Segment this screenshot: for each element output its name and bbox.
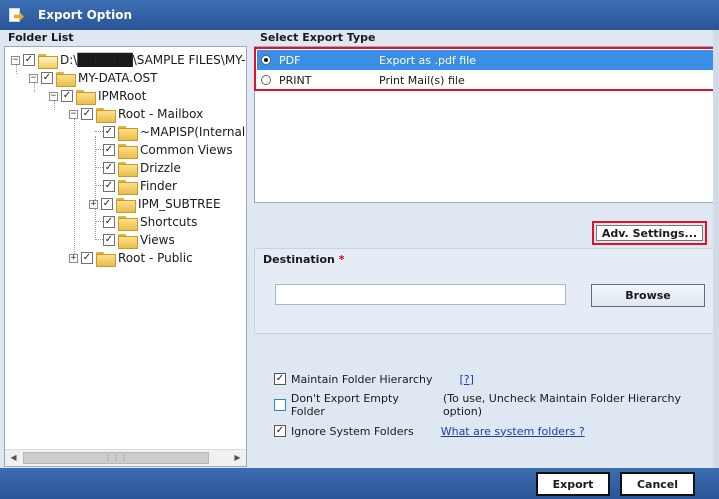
option-ignore-system[interactable]: ✓ Ignore System Folders What are system …: [274, 422, 585, 440]
scroll-right-icon[interactable]: ▶: [229, 450, 246, 466]
folder-icon: [118, 161, 138, 177]
folder-icon: [76, 89, 96, 105]
export-option-pdf[interactable]: PDF Export as .pdf file: [257, 50, 713, 70]
tree-item-label: Common Views: [140, 143, 233, 157]
export-option-desc: Print Mail(s) file: [379, 73, 465, 87]
tree-item-label: ~MAPISP(Internal): [140, 125, 247, 139]
destination-input[interactable]: [275, 284, 566, 305]
tree-item-label: Drizzle: [140, 161, 181, 175]
tree-item-drizzle[interactable]: ✓ Drizzle: [103, 159, 181, 177]
destination-label-text: Destination: [263, 253, 335, 266]
title-bar: Export Option: [0, 0, 719, 30]
adv-settings-button[interactable]: Adv. Settings...: [596, 225, 703, 241]
tree-checkbox[interactable]: ✓: [81, 252, 93, 264]
folder-tree[interactable]: − ✓ D:\██████\SAMPLE FILES\MY-DA − ✓ MY-…: [4, 46, 247, 467]
expand-icon[interactable]: +: [89, 199, 98, 209]
tree-item-label: Shortcuts: [140, 215, 198, 229]
tree-item-common-views[interactable]: ✓ Common Views: [103, 141, 233, 159]
required-mark: *: [338, 253, 345, 266]
tree-checkbox[interactable]: ✓: [103, 144, 115, 156]
ignore-system-checkbox[interactable]: ✓: [274, 425, 286, 437]
folder-icon: [116, 197, 136, 213]
ignore-system-label: Ignore System Folders: [291, 424, 414, 438]
tree-item-label: IPM_SUBTREE: [138, 197, 221, 211]
collapse-icon[interactable]: −: [49, 91, 58, 101]
folder-icon: [118, 233, 138, 249]
tree-item-label: Views: [140, 233, 175, 247]
folder-icon: [56, 71, 76, 87]
export-option-desc: Export as .pdf file: [379, 53, 477, 67]
folder-icon: [118, 143, 138, 159]
tree-item-ipmroot[interactable]: − ✓ IPMRoot: [49, 87, 146, 105]
collapse-icon[interactable]: −: [29, 73, 38, 83]
export-option-name: PRINT: [279, 73, 312, 87]
scrollbar-thumb[interactable]: ⋮⋮⋮: [23, 452, 209, 464]
tree-checkbox[interactable]: ✓: [103, 126, 115, 138]
dont-export-empty-checkbox[interactable]: [274, 399, 286, 411]
tree-item-root-mailbox[interactable]: − ✓ Root - Mailbox: [69, 105, 203, 123]
expand-icon[interactable]: +: [69, 253, 78, 263]
footer-bar: [0, 468, 719, 499]
destination-label: Destination *: [263, 253, 344, 266]
collapse-icon[interactable]: −: [11, 55, 20, 65]
browse-button[interactable]: Browse: [591, 284, 705, 307]
destination-group: Destination * Browse: [254, 248, 716, 334]
tree-checkbox[interactable]: ✓: [101, 198, 113, 210]
folder-icon: [96, 251, 116, 267]
tree-item-drive[interactable]: − ✓ D:\██████\SAMPLE FILES\MY-DA: [11, 51, 247, 69]
adv-settings-highlight: Adv. Settings...: [592, 221, 707, 245]
tree-item-finder[interactable]: ✓ Finder: [103, 177, 177, 195]
folder-open-icon: [38, 53, 58, 69]
system-folders-link[interactable]: What are system folders ?: [441, 425, 585, 438]
export-option-name: PDF: [279, 53, 301, 67]
cancel-button[interactable]: Cancel: [620, 472, 695, 496]
tree-checkbox[interactable]: ✓: [103, 216, 115, 228]
dont-export-empty-hint: (To use, Uncheck Maintain Folder Hierarc…: [442, 392, 682, 418]
tree-item-label: Finder: [140, 179, 177, 193]
tree-checkbox[interactable]: ✓: [103, 234, 115, 246]
radio-icon[interactable]: [261, 75, 271, 85]
tree-checkbox[interactable]: ✓: [81, 108, 93, 120]
horizontal-scrollbar[interactable]: ◀ ⋮⋮⋮ ▶: [5, 449, 246, 466]
tree-item-label: MY-DATA.OST: [78, 71, 158, 85]
window-title: Export Option: [38, 8, 133, 22]
maintain-hierarchy-checkbox[interactable]: ✓: [274, 373, 286, 385]
tree-item-label: D:\██████\SAMPLE FILES\MY-DA: [60, 53, 247, 67]
tree-item-ipm-subtree[interactable]: + ✓ IPM_SUBTREE: [89, 195, 221, 213]
folder-list-header: Folder List: [8, 31, 74, 44]
tree-item-label: Root - Mailbox: [118, 107, 204, 121]
tree-item-mapisp[interactable]: ✓ ~MAPISP(Internal): [103, 123, 247, 141]
maintain-hierarchy-label: Maintain Folder Hierarchy: [291, 372, 433, 386]
tree-item-label: IPMRoot: [98, 89, 147, 103]
export-option-print[interactable]: PRINT Print Mail(s) file: [257, 70, 713, 90]
export-type-header: Select Export Type: [260, 31, 376, 44]
folder-icon: [118, 125, 138, 141]
folder-icon: [96, 107, 116, 123]
tree-checkbox[interactable]: ✓: [103, 180, 115, 192]
right-edge: [713, 30, 719, 468]
folder-icon: [118, 215, 138, 231]
tree-checkbox[interactable]: ✓: [61, 90, 73, 102]
tree-item-ost[interactable]: − ✓ MY-DATA.OST: [29, 69, 158, 87]
folder-icon: [118, 179, 138, 195]
scroll-left-icon[interactable]: ◀: [5, 450, 22, 466]
tree-item-root-public[interactable]: + ✓ Root - Public: [69, 249, 193, 267]
collapse-icon[interactable]: −: [69, 109, 78, 119]
tree-checkbox[interactable]: ✓: [41, 72, 53, 84]
radio-selected-icon[interactable]: [261, 55, 271, 65]
tree-item-label: Root - Public: [118, 251, 193, 265]
export-app-icon: [8, 7, 24, 23]
tree-checkbox[interactable]: ✓: [103, 162, 115, 174]
help-link[interactable]: [?]: [460, 373, 474, 386]
export-type-list[interactable]: PDF Export as .pdf file PRINT Print Mail…: [254, 46, 716, 203]
option-dont-export-empty[interactable]: Don't Export Empty Folder (To use, Unche…: [274, 392, 719, 418]
tree-item-views[interactable]: ✓ Views: [103, 231, 175, 249]
option-maintain-hierarchy[interactable]: ✓ Maintain Folder Hierarchy [?]: [274, 370, 474, 388]
export-button[interactable]: Export: [536, 472, 610, 496]
dont-export-empty-label: Don't Export Empty Folder: [290, 392, 399, 418]
tree-checkbox[interactable]: ✓: [23, 54, 35, 66]
tree-item-shortcuts[interactable]: ✓ Shortcuts: [103, 213, 197, 231]
